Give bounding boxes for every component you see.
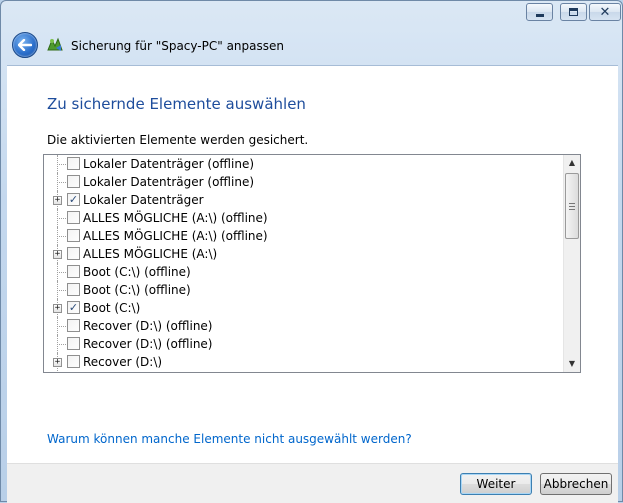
item-checkbox[interactable]: [67, 337, 80, 350]
minimize-icon: [535, 13, 544, 17]
item-checkbox[interactable]: [67, 265, 80, 278]
wizard-title: Sicherung für "Spacy-PC" anpassen: [71, 39, 284, 53]
tree-item[interactable]: Boot (C:\) (offline): [44, 281, 557, 299]
help-link[interactable]: Warum können manche Elemente nicht ausge…: [47, 432, 412, 446]
grip-line: [569, 206, 575, 207]
item-label: Lokaler Datenträger: [83, 193, 204, 207]
back-button[interactable]: [12, 32, 38, 58]
close-button[interactable]: ✕: [589, 3, 621, 21]
wizard-header: Sicherung für "Spacy-PC" anpassen: [1, 29, 622, 65]
cancel-button[interactable]: Abbrechen: [540, 473, 612, 495]
minimize-button[interactable]: [526, 3, 553, 21]
tree-guide-line: [57, 290, 66, 291]
tree-guide-line: [57, 326, 66, 327]
tree-item[interactable]: + ✓ Lokaler Datenträger: [44, 191, 557, 209]
item-label: Recover (D:\): [83, 355, 163, 369]
item-label: Boot (C:\) (offline): [83, 265, 191, 279]
item-label: ALLES MÖGLICHE (A:\) (offline): [83, 229, 268, 243]
back-arrow-icon: [18, 39, 32, 51]
tree-item[interactable]: Lokaler Datenträger (offline): [44, 173, 557, 191]
expand-icon[interactable]: +: [53, 196, 62, 205]
wizard-footer: Weiter Abbrechen: [7, 463, 618, 503]
item-checkbox[interactable]: [67, 319, 80, 332]
item-label: Lokaler Datenträger (offline): [83, 157, 255, 171]
tree-item[interactable]: + ALLES MÖGLICHE (A:\): [44, 245, 557, 263]
item-checkbox[interactable]: [67, 283, 80, 296]
backup-items-tree[interactable]: Lokaler Datenträger (offline) Lokaler Dat…: [43, 154, 581, 373]
item-label: Boot (C:\): [83, 301, 141, 315]
tree-guide-line: [57, 218, 66, 219]
tree-item[interactable]: ALLES MÖGLICHE (A:\) (offline): [44, 227, 557, 245]
tree-guide-line: [57, 272, 66, 273]
item-label: Lokaler Datenträger (offline): [83, 175, 255, 189]
wizard-window: ✕ Sicherung für "Spacy-PC" anpassen Zu s…: [0, 0, 623, 503]
item-checkbox[interactable]: [67, 211, 80, 224]
item-checkbox[interactable]: [67, 247, 80, 260]
item-checkbox[interactable]: [67, 229, 80, 242]
scroll-up-arrow-icon[interactable]: ▲: [564, 155, 580, 171]
item-label: Recover (D:\) (offline): [83, 319, 213, 333]
grip-line: [569, 203, 575, 204]
maximize-icon: [569, 8, 578, 16]
item-checkbox[interactable]: [67, 175, 80, 188]
page-title: Zu sichernde Elemente auswählen: [47, 95, 306, 113]
item-label: ALLES MÖGLICHE (A:\) (offline): [83, 211, 268, 225]
instruction-text: Die aktivierten Elemente werden gesicher…: [47, 133, 309, 147]
tree-item[interactable]: + Recover (D:\): [44, 353, 557, 371]
item-checkbox[interactable]: ✓: [67, 301, 80, 314]
tree-item[interactable]: Lokaler Datenträger (offline): [44, 155, 557, 173]
item-label: Boot (C:\) (offline): [83, 283, 191, 297]
tree-guide-line: [57, 164, 66, 165]
tree-guide-line: [57, 182, 66, 183]
tree-item[interactable]: ALLES MÖGLICHE (A:\) (offline): [44, 209, 557, 227]
vertical-scrollbar[interactable]: ▲ ▼: [563, 155, 580, 372]
wizard-content: Zu sichernde Elemente auswählen Die akti…: [7, 65, 618, 463]
item-label: Recover (D:\) (offline): [83, 337, 213, 351]
next-button[interactable]: Weiter: [460, 473, 532, 495]
maximize-button[interactable]: [560, 3, 587, 21]
item-label: ALLES MÖGLICHE (A:\): [83, 247, 218, 261]
item-checkbox[interactable]: [67, 355, 80, 368]
tree-guide-line: [57, 236, 66, 237]
tree-item[interactable]: Recover (D:\) (offline): [44, 335, 557, 353]
scroll-down-arrow-icon[interactable]: ▼: [564, 356, 580, 372]
item-checkbox[interactable]: [67, 157, 80, 170]
tree-item[interactable]: Boot (C:\) (offline): [44, 263, 557, 281]
tree-guide-line: [57, 344, 66, 345]
expand-icon[interactable]: +: [53, 250, 62, 259]
tree-rows: Lokaler Datenträger (offline) Lokaler Dat…: [44, 155, 557, 372]
grip-line: [569, 209, 575, 210]
tree-item[interactable]: Recover (D:\) (offline): [44, 317, 557, 335]
expand-icon[interactable]: +: [53, 358, 62, 367]
backup-icon: [47, 37, 63, 51]
close-icon: ✕: [599, 4, 611, 20]
title-bar: ✕: [1, 1, 622, 29]
tree-item[interactable]: + ✓ Boot (C:\): [44, 299, 557, 317]
scrollbar-thumb[interactable]: [565, 173, 579, 239]
item-checkbox[interactable]: ✓: [67, 193, 80, 206]
expand-icon[interactable]: +: [53, 304, 62, 313]
